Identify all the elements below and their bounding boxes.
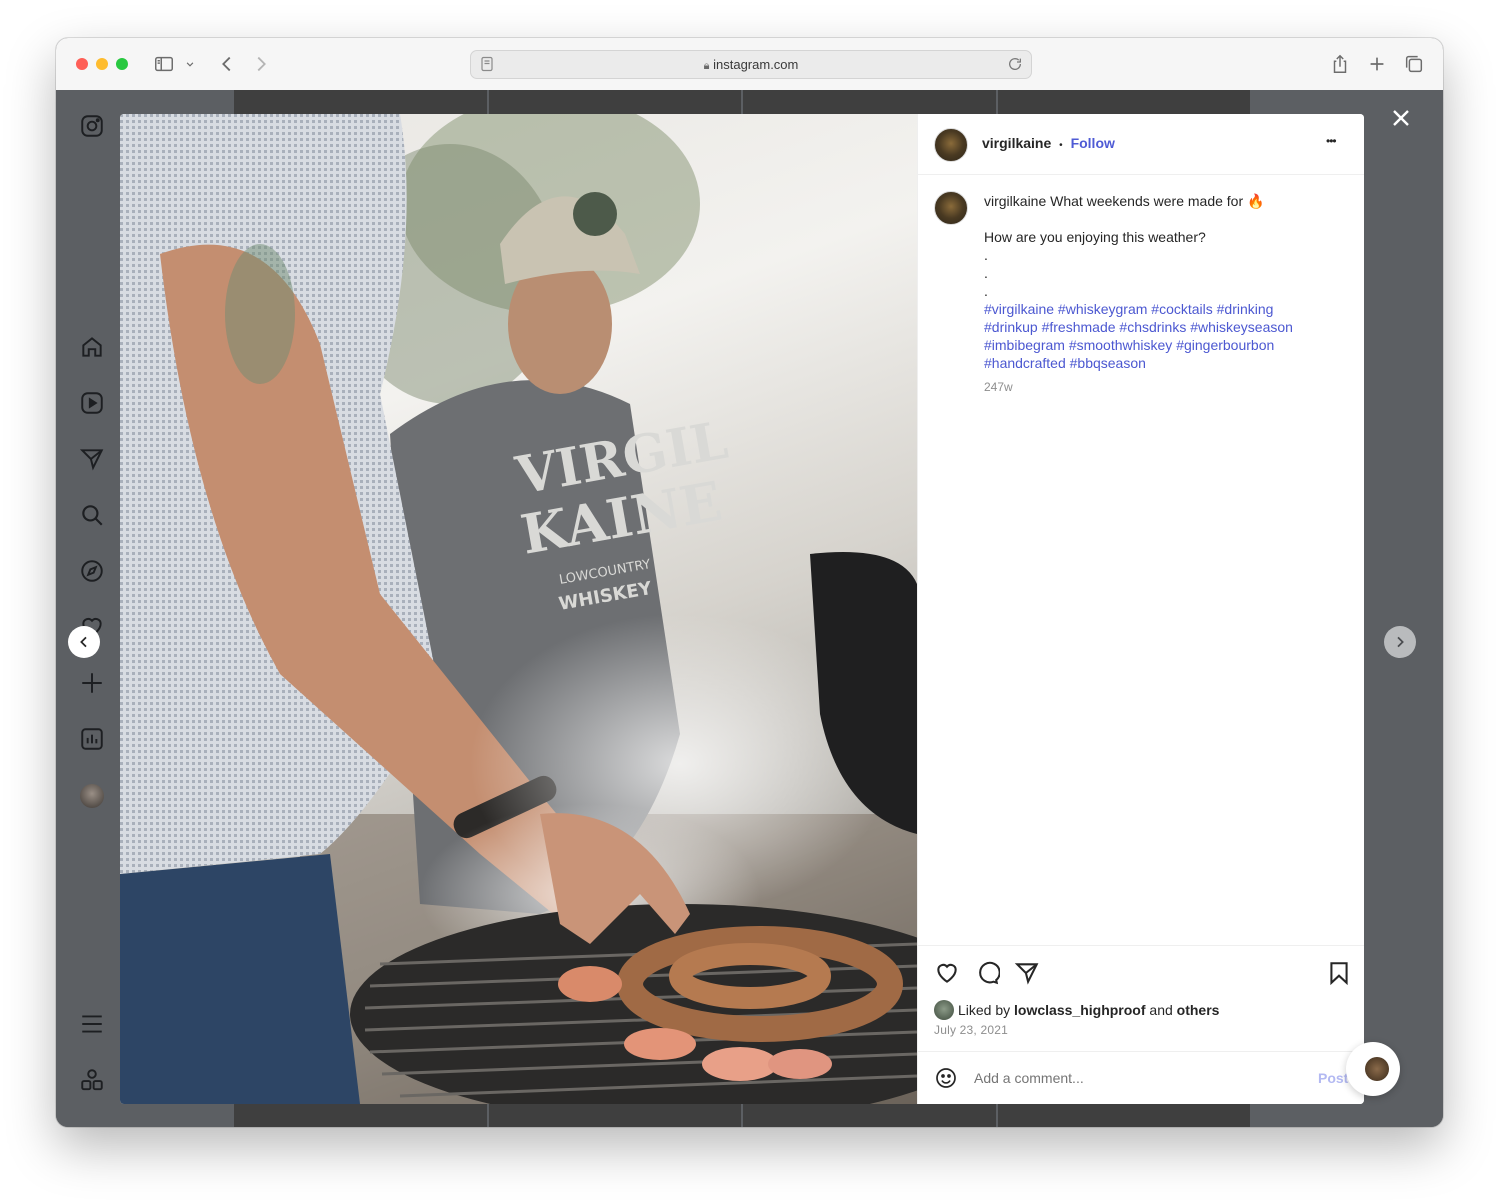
url-text: 🔒︎ instagram.com (471, 57, 1031, 73)
browser-toolbar: 🔒︎ instagram.com (56, 38, 1443, 91)
caption-first-line: virgilkaine What weekends were made for … (984, 192, 1349, 210)
next-post-button[interactable] (1384, 626, 1416, 658)
browser-window: 🔒︎ instagram.com VIRGIL KAINE LOWCOUNTRY… (56, 38, 1443, 1127)
feed-grid-bottom (234, 1104, 1250, 1127)
post-age[interactable]: 247w (984, 378, 1349, 396)
caption-dot-2: . (984, 265, 988, 281)
home-icon[interactable] (79, 334, 105, 360)
caption-block: virgilkaine What weekends were made for … (984, 192, 1349, 396)
hashtag-line-3[interactable]: #imbibegram #smoothwhiskey #gingerbourbo… (984, 336, 1349, 354)
previous-post-button[interactable] (68, 626, 100, 658)
author-username[interactable]: virgilkaine (982, 135, 1051, 151)
explore-icon[interactable] (79, 558, 105, 584)
liker-avatar[interactable] (934, 1000, 954, 1020)
forward-icon[interactable] (250, 53, 272, 75)
caption-line2: How are you enjoying this weather? (984, 229, 1206, 245)
post-header-text: virgilkaine • Follow (982, 135, 1115, 151)
chevron-right-icon (1397, 636, 1404, 648)
reload-icon[interactable] (1007, 56, 1023, 72)
hashtag-line-4[interactable]: #handcrafted #bbqseason (984, 354, 1349, 372)
caption-username[interactable]: virgilkaine (984, 193, 1046, 209)
floating-avatar (1365, 1057, 1389, 1081)
share-icon[interactable] (1329, 53, 1351, 75)
close-icon[interactable] (1389, 106, 1413, 130)
likes-prefix: Liked by (958, 1002, 1011, 1018)
follow-button[interactable]: Follow (1071, 135, 1115, 151)
create-icon[interactable] (79, 670, 105, 696)
comment-bar: Post (918, 1051, 1364, 1104)
post-modal: VIRGIL KAINE LOWCOUNTRY WHISKEY virgilka… (120, 114, 1364, 1104)
comment-input[interactable] (974, 1066, 1294, 1090)
more-apps-icon[interactable] (79, 1067, 105, 1093)
profile-avatar[interactable] (80, 784, 104, 808)
caption-dot-1: . (984, 247, 988, 263)
search-icon[interactable] (79, 502, 105, 528)
like-heart-icon[interactable] (934, 960, 960, 986)
post-comment-button[interactable]: Post (1318, 1070, 1348, 1086)
tab-overview-icon[interactable] (1403, 53, 1425, 75)
hashtag-line-1[interactable]: #virgilkaine #whiskeygram #cocktails #dr… (984, 300, 1349, 318)
emoji-icon[interactable] (934, 1066, 958, 1090)
comment-icon[interactable] (974, 960, 1000, 986)
hashtag-line-2[interactable]: #drinkup #freshmade #chsdrinks #whiskeys… (984, 318, 1349, 336)
insights-icon[interactable] (79, 726, 105, 752)
caption-dot-3: . (984, 283, 988, 299)
chevron-down-icon[interactable] (183, 53, 197, 75)
likes-and: and (1149, 1002, 1173, 1018)
new-tab-icon[interactable] (1366, 53, 1388, 75)
address-bar[interactable]: 🔒︎ instagram.com (470, 50, 1032, 79)
post-date[interactable]: July 23, 2021 (934, 1023, 1008, 1037)
post-photo-illustration: VIRGIL KAINE LOWCOUNTRY WHISKEY (120, 114, 917, 1104)
instagram-sidebar (56, 90, 128, 1127)
instagram-logo-icon[interactable] (79, 113, 105, 139)
page-backdrop[interactable]: VIRGIL KAINE LOWCOUNTRY WHISKEY virgilka… (56, 90, 1443, 1127)
post-header: virgilkaine • Follow ••• (918, 114, 1364, 175)
sidebar-toggle-icon[interactable] (153, 53, 175, 75)
dot-separator: • (1059, 140, 1063, 151)
more-options-icon[interactable]: ••• (1326, 134, 1337, 148)
save-bookmark-icon[interactable] (1326, 960, 1352, 986)
feed-grid-top (234, 90, 1250, 114)
caption-avatar[interactable] (934, 191, 968, 225)
minimize-window-button[interactable] (96, 58, 108, 70)
url-value: instagram.com (713, 57, 799, 72)
author-avatar[interactable] (934, 128, 968, 162)
zoom-window-button[interactable] (116, 58, 128, 70)
post-photo: VIRGIL KAINE LOWCOUNTRY WHISKEY (120, 114, 917, 1104)
close-window-button[interactable] (76, 58, 88, 70)
back-icon[interactable] (216, 53, 238, 75)
messages-icon[interactable] (79, 446, 105, 472)
chevron-left-icon (80, 636, 87, 648)
reels-icon[interactable] (79, 390, 105, 416)
floating-messages-bubble[interactable] (1346, 1042, 1400, 1096)
caption-text: What weekends were made for 🔥 (1050, 193, 1265, 209)
likes-others[interactable]: others (1177, 1002, 1220, 1018)
post-sidebar: virgilkaine • Follow ••• virgilkaine Wha… (917, 114, 1364, 1104)
share-post-icon[interactable] (1014, 960, 1040, 986)
lock-icon: 🔒︎ (703, 60, 710, 72)
likes-text: Liked by lowclass_highproof and others (958, 1002, 1219, 1018)
menu-icon[interactable] (79, 1011, 105, 1037)
actions-divider (918, 945, 1364, 946)
liker-username[interactable]: lowclass_highproof (1014, 1002, 1145, 1018)
